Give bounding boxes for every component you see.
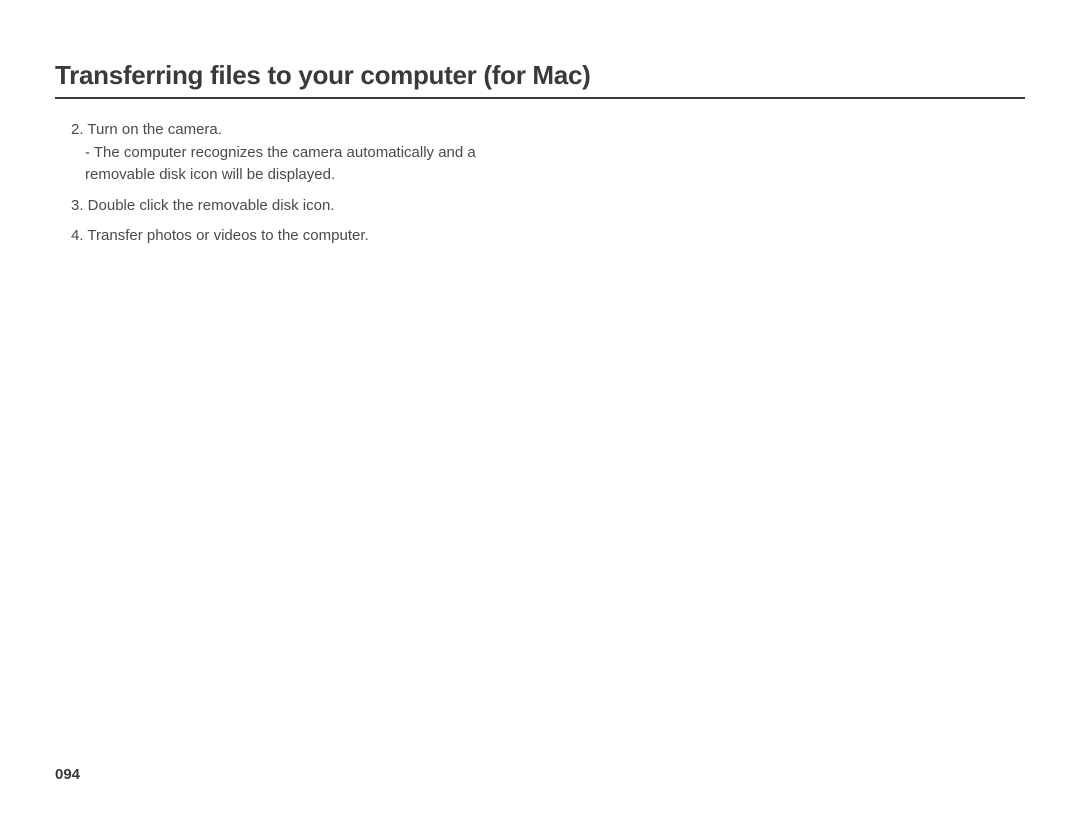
content-body: 2. Turn on the camera. - The computer re…: [55, 119, 595, 248]
step-2-sub1: - The computer recognizes the camera aut…: [71, 142, 595, 165]
step-3: 3. Double click the removable disk icon.: [71, 195, 595, 218]
step-4: 4. Transfer photos or videos to the comp…: [71, 225, 595, 248]
step-3-text: 3. Double click the removable disk icon.: [71, 197, 334, 214]
page-number: 094: [55, 766, 80, 783]
page-title: Transferring files to your computer (for…: [55, 60, 1025, 99]
step-2-sub2: removable disk icon will be displayed.: [71, 164, 595, 187]
step-4-text: 4. Transfer photos or videos to the comp…: [71, 227, 369, 244]
step-2: 2. Turn on the camera. - The computer re…: [71, 119, 595, 187]
step-2-text: 2. Turn on the camera.: [71, 119, 595, 142]
